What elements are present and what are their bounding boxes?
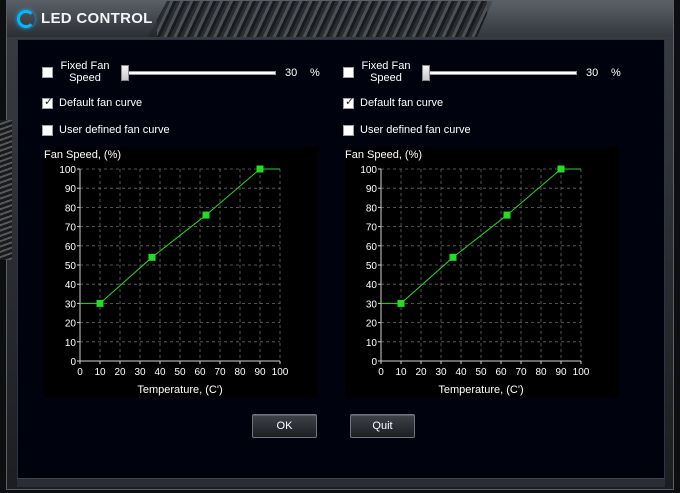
fan-curve-chart-svg[interactable]: Fan Speed, (%) 0 10 20 30 40 50 60 70 80 90 100 0 10 2… — [345, 147, 619, 398]
user-fan-curve-label: User defined fan curve — [360, 124, 471, 136]
y-tick-label: 70 — [366, 223, 378, 234]
logo-icon — [17, 10, 35, 28]
check-icon: ✓ — [44, 96, 54, 108]
fan-curve-chart[interactable]: Fan Speed, (%) 0 10 20 30 40 50 60 70 80 90 100 0 10 2… — [44, 147, 318, 398]
fan-curve-point[interactable] — [96, 299, 104, 307]
user-fan-curve-checkbox[interactable] — [42, 125, 53, 136]
fan-curve-point[interactable] — [503, 211, 511, 219]
check-icon: ✓ — [345, 96, 355, 108]
x-axis-label: Temperature, (C') — [438, 384, 523, 396]
y-tick-label: 90 — [65, 184, 77, 195]
fan-speed-slider-thumb[interactable] — [422, 65, 430, 81]
title-right-plate — [477, 1, 673, 37]
default-fan-curve-checkbox[interactable]: ✓ — [343, 96, 355, 109]
title-decoration — [157, 1, 487, 37]
y-axis-label: Fan Speed, (%) — [44, 149, 121, 161]
x-tick-label: 20 — [114, 367, 126, 378]
x-tick-label: 80 — [234, 367, 246, 378]
y-tick-label: 10 — [366, 338, 378, 349]
x-tick-label: 50 — [174, 367, 186, 378]
fan-speed-unit: % — [611, 67, 621, 79]
fan-curve-point[interactable] — [397, 299, 405, 307]
y-tick-label: 50 — [366, 261, 378, 272]
x-tick-label: 80 — [535, 367, 547, 378]
default-fan-curve-checkbox[interactable]: ✓ — [42, 96, 54, 109]
title-bar[interactable]: LED CONTROL — [7, 1, 673, 37]
y-tick-label: 10 — [65, 338, 77, 349]
y-tick-label: 50 — [65, 261, 77, 272]
fan-speed-slider-thumb[interactable] — [121, 65, 129, 81]
y-tick-label: 80 — [65, 203, 77, 214]
x-tick-label: 70 — [515, 367, 527, 378]
fan-speed-value: 30 — [285, 67, 298, 79]
x-tick-label: 0 — [378, 367, 384, 378]
x-tick-label: 40 — [455, 367, 467, 378]
x-tick-label: 100 — [573, 367, 590, 378]
x-tick-label: 50 — [475, 367, 487, 378]
y-tick-label: 20 — [65, 319, 77, 330]
fan-speed-slider[interactable] — [423, 71, 577, 75]
x-tick-label: 90 — [555, 367, 567, 378]
fan-panel-left: Fixed Fan Speed 30 % ✓ Default fan curve… — [18, 40, 320, 420]
y-tick-label: 30 — [366, 299, 378, 310]
fan-panel-right: Fixed Fan Speed 30 % ✓ Default fan curve… — [318, 40, 621, 420]
y-tick-label: 0 — [70, 357, 76, 368]
x-tick-label: 40 — [154, 367, 166, 378]
user-fan-curve-label: User defined fan curve — [59, 124, 170, 136]
y-tick-label: 100 — [59, 165, 76, 176]
fan-speed-value: 30 — [586, 67, 599, 79]
fan-curve-point[interactable] — [449, 253, 457, 261]
fan-speed-slider[interactable] — [122, 71, 276, 75]
fixed-fan-speed-label: Fixed Fan Speed — [361, 60, 411, 84]
bottom-bar — [17, 478, 665, 487]
default-fan-curve-label: Default fan curve — [360, 97, 444, 109]
y-tick-label: 30 — [65, 299, 77, 310]
fan-curve-point[interactable] — [256, 165, 264, 173]
window-title: LED CONTROL — [41, 10, 153, 27]
background-cable-decoration — [0, 120, 12, 260]
y-tick-label: 80 — [366, 203, 378, 214]
y-tick-label: 90 — [366, 184, 378, 195]
y-axis-label: Fan Speed, (%) — [345, 149, 422, 161]
x-axis-label: Temperature, (C') — [137, 384, 222, 396]
fixed-fan-speed-checkbox[interactable] — [42, 67, 53, 78]
x-tick-label: 20 — [415, 367, 427, 378]
y-tick-label: 60 — [366, 242, 378, 253]
fan-curve-point[interactable] — [148, 253, 156, 261]
x-tick-label: 60 — [495, 367, 507, 378]
y-tick-label: 40 — [65, 280, 77, 291]
x-tick-label: 10 — [395, 367, 407, 378]
fan-curve-point[interactable] — [557, 165, 565, 173]
y-tick-label: 0 — [371, 357, 377, 368]
x-tick-label: 10 — [94, 367, 106, 378]
x-tick-label: 60 — [194, 367, 206, 378]
y-tick-label: 60 — [65, 242, 77, 253]
y-tick-label: 70 — [65, 223, 77, 234]
x-tick-label: 30 — [435, 367, 447, 378]
user-fan-curve-checkbox[interactable] — [343, 125, 354, 136]
fan-curve-chart[interactable]: Fan Speed, (%) 0 10 20 30 40 50 60 70 80 90 100 0 10 2… — [345, 147, 619, 398]
y-tick-label: 100 — [360, 165, 377, 176]
fixed-fan-speed-checkbox[interactable] — [343, 67, 354, 78]
x-tick-label: 0 — [77, 367, 83, 378]
x-tick-label: 100 — [272, 367, 289, 378]
y-tick-label: 20 — [366, 319, 378, 330]
y-tick-label: 40 — [366, 280, 378, 291]
fan-curve-point[interactable] — [202, 211, 210, 219]
default-fan-curve-label: Default fan curve — [59, 97, 143, 109]
x-tick-label: 90 — [254, 367, 266, 378]
content-area: Fixed Fan Speed 30 % ✓ Default fan curve… — [17, 39, 665, 479]
x-tick-label: 30 — [134, 367, 146, 378]
fan-curve-chart-svg[interactable]: Fan Speed, (%) 0 10 20 30 40 50 60 70 80 90 100 0 10 2… — [44, 147, 318, 398]
fixed-fan-speed-label: Fixed Fan Speed — [60, 60, 110, 84]
x-tick-label: 70 — [214, 367, 226, 378]
quit-button[interactable]: Quit — [350, 414, 415, 438]
ok-button[interactable]: OK — [252, 414, 317, 438]
